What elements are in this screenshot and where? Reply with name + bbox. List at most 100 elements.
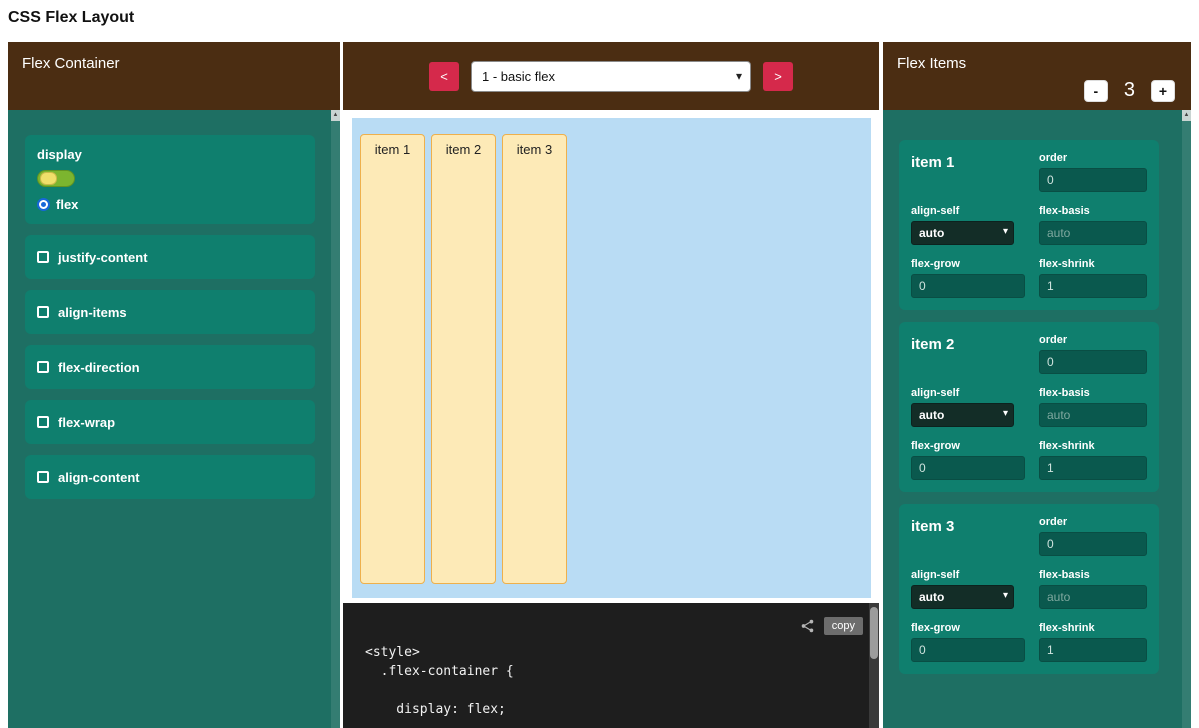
flex-basis-cell: flex-basis: [1039, 387, 1147, 427]
align-self-cell: align-self auto ▾: [911, 387, 1025, 427]
option-align-content[interactable]: align-content: [25, 455, 315, 499]
checkbox-icon[interactable]: [37, 306, 49, 318]
flex-shrink-label: flex-shrink: [1039, 258, 1147, 270]
next-preset-button[interactable]: >: [763, 62, 793, 91]
order-cell: order: [1039, 152, 1147, 192]
order-input[interactable]: [1039, 350, 1147, 374]
align-self-select-wrap: auto ▾: [911, 585, 1014, 609]
page: CSS Flex Layout Flex Container display f…: [0, 0, 1199, 728]
align-self-label: align-self: [911, 387, 1025, 399]
flex-items-body: item 1 order align-self auto ▾: [883, 110, 1191, 728]
flex-container-body: display flex justify-content align-items: [8, 110, 340, 728]
align-self-cell: align-self auto ▾: [911, 569, 1025, 609]
copy-button[interactable]: copy: [824, 617, 863, 635]
flex-basis-label: flex-basis: [1039, 569, 1147, 581]
scroll-up-arrow-icon[interactable]: ▲: [1182, 110, 1191, 121]
prev-preset-button[interactable]: <: [429, 62, 459, 91]
order-input[interactable]: [1039, 532, 1147, 556]
flex-shrink-input[interactable]: [1039, 456, 1147, 480]
option-justify-content[interactable]: justify-content: [25, 235, 315, 279]
code-scrollbar-thumb[interactable]: [870, 607, 878, 659]
align-self-select-wrap: auto ▾: [911, 221, 1014, 245]
code-panel: copy <style> .flex-container { display: …: [343, 603, 879, 728]
checkbox-icon[interactable]: [37, 251, 49, 263]
preview-area: item 1 item 2 item 3: [343, 110, 879, 603]
display-label: display: [37, 147, 303, 162]
flex-shrink-label: flex-shrink: [1039, 622, 1147, 634]
align-self-label: align-self: [911, 569, 1025, 581]
item-name-cell: item 3: [911, 516, 1025, 556]
flex-grow-input[interactable]: [911, 638, 1025, 662]
item-count: 3: [1124, 79, 1135, 102]
share-icon[interactable]: [800, 619, 815, 633]
flex-shrink-input[interactable]: [1039, 274, 1147, 298]
flex-shrink-cell: flex-shrink: [1039, 258, 1147, 298]
code-scrollbar[interactable]: [869, 603, 879, 728]
flex-container-panel: Flex Container display flex justify-cont…: [8, 42, 340, 728]
code-line: [365, 681, 863, 700]
order-cell: order: [1039, 516, 1147, 556]
item-name-cell: item 2: [911, 334, 1025, 374]
flex-demo-item-3: item 3: [502, 134, 567, 584]
flex-shrink-cell: flex-shrink: [1039, 440, 1147, 480]
scroll-up-arrow-icon[interactable]: ▲: [331, 110, 340, 121]
align-self-select[interactable]: auto: [911, 585, 1014, 609]
align-self-select[interactable]: auto: [911, 221, 1014, 245]
flex-grow-cell: flex-grow: [911, 622, 1025, 662]
preview-column: < 1 - basic flex ▾ > item 1 item 2 item …: [343, 42, 879, 728]
item-name-cell: item 1: [911, 152, 1025, 192]
checkbox-icon[interactable]: [37, 471, 49, 483]
radio-flex-label: flex: [56, 197, 78, 212]
option-label: flex-direction: [58, 360, 140, 375]
code-line: <style>: [365, 643, 863, 662]
radio-selected-icon[interactable]: [37, 198, 50, 211]
add-item-button[interactable]: +: [1151, 80, 1175, 102]
flex-grow-input[interactable]: [911, 456, 1025, 480]
order-cell: order: [1039, 334, 1147, 374]
checkbox-icon[interactable]: [37, 361, 49, 373]
preset-select[interactable]: 1 - basic flex: [471, 61, 751, 92]
preset-select-wrap: 1 - basic flex ▾: [471, 61, 751, 92]
flex-grow-label: flex-grow: [911, 258, 1025, 270]
radio-dot-icon: [41, 202, 46, 207]
display-toggle[interactable]: [37, 170, 75, 187]
flex-grow-input[interactable]: [911, 274, 1025, 298]
option-label: justify-content: [58, 250, 148, 265]
align-self-select[interactable]: auto: [911, 403, 1014, 427]
left-scrollbar[interactable]: ▲: [331, 110, 340, 728]
option-align-items[interactable]: align-items: [25, 290, 315, 334]
order-input[interactable]: [1039, 168, 1147, 192]
item-card-1: item 1 order align-self auto ▾: [899, 140, 1159, 310]
item-name: item 2: [911, 336, 1025, 353]
option-flex-wrap[interactable]: flex-wrap: [25, 400, 315, 444]
item-name: item 3: [911, 518, 1025, 535]
item-card-3: item 3 order align-self auto ▾: [899, 504, 1159, 674]
flex-items-title: Flex Items: [897, 55, 966, 72]
display-flex-radio-row[interactable]: flex: [37, 197, 303, 212]
option-flex-direction[interactable]: flex-direction: [25, 345, 315, 389]
flex-grow-label: flex-grow: [911, 622, 1025, 634]
checkbox-icon[interactable]: [37, 416, 49, 428]
flex-basis-label: flex-basis: [1039, 205, 1147, 217]
order-label: order: [1039, 516, 1147, 528]
flex-basis-input[interactable]: [1039, 403, 1147, 427]
option-label: align-content: [58, 470, 140, 485]
flex-basis-input[interactable]: [1039, 585, 1147, 609]
flex-shrink-input[interactable]: [1039, 638, 1147, 662]
option-label: align-items: [58, 305, 127, 320]
flex-basis-cell: flex-basis: [1039, 569, 1147, 609]
flex-demo-item-2: item 2: [431, 134, 496, 584]
remove-item-button[interactable]: -: [1084, 80, 1108, 102]
flex-items-header: Flex Items - 3 +: [883, 42, 1191, 110]
flex-items-panel: Flex Items - 3 + item 1 order: [883, 42, 1191, 728]
item-grid: item 1 order align-self auto ▾: [911, 152, 1147, 298]
order-label: order: [1039, 334, 1147, 346]
align-self-select-wrap: auto ▾: [911, 403, 1014, 427]
right-scrollbar[interactable]: ▲: [1182, 110, 1191, 728]
page-title: CSS Flex Layout: [8, 9, 134, 27]
flex-demo-container: item 1 item 2 item 3: [352, 118, 871, 598]
align-self-cell: align-self auto ▾: [911, 205, 1025, 245]
flex-container-title: Flex Container: [22, 55, 120, 72]
flex-basis-input[interactable]: [1039, 221, 1147, 245]
flex-grow-cell: flex-grow: [911, 258, 1025, 298]
